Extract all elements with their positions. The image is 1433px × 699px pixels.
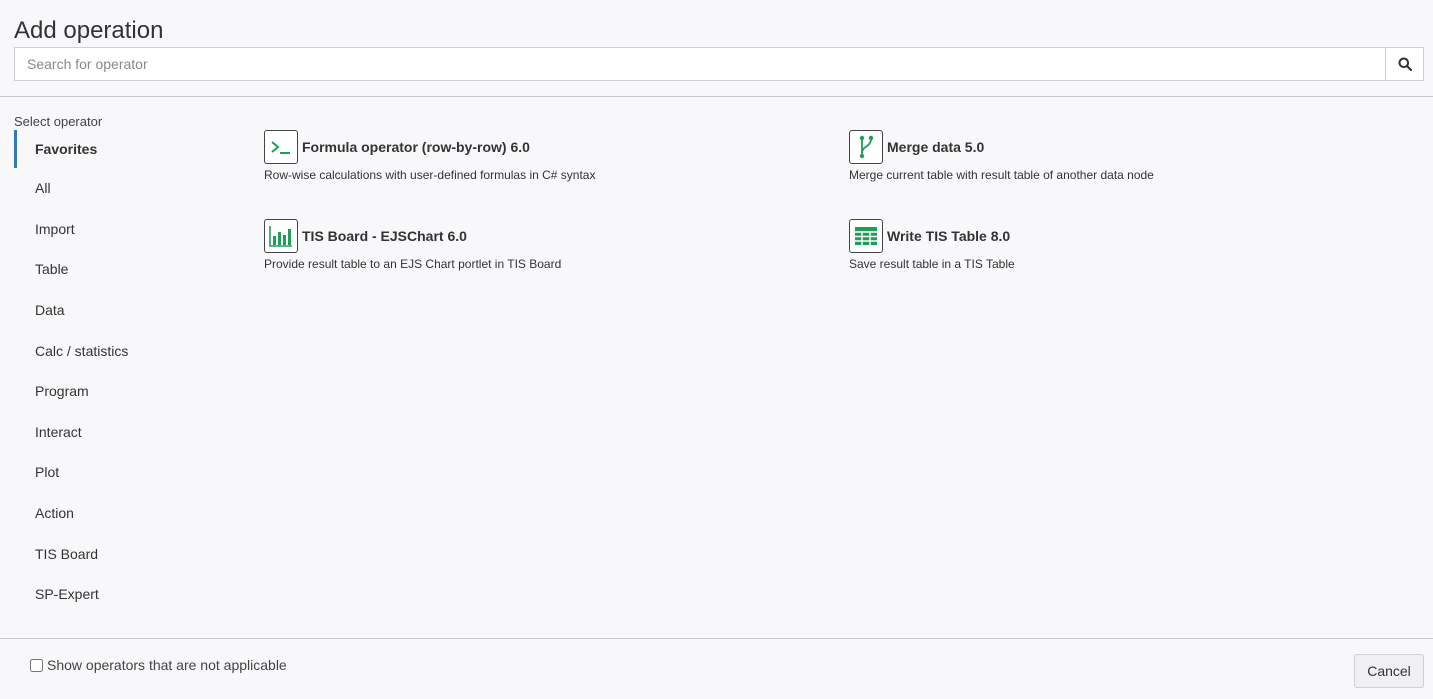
show-not-applicable-label: Show operators that are not applicable (47, 657, 287, 673)
operator-description: Provide result table to an EJS Chart por… (264, 257, 562, 271)
search-icon (1398, 57, 1412, 71)
operator-name: Write TIS Table 8.0 (887, 228, 1011, 244)
sidebar-item-data[interactable]: Data (14, 290, 214, 331)
sidebar-item-plot[interactable]: Plot (14, 452, 214, 493)
show-not-applicable-toggle[interactable]: Show operators that are not applicable (30, 657, 287, 673)
footer-divider (0, 638, 1433, 639)
search-input[interactable] (14, 47, 1385, 81)
operator-card[interactable]: Formula operator (row-by-row) 6.0 Row-wi… (264, 130, 824, 182)
git-branch-icon (849, 130, 883, 164)
operator-card[interactable]: TIS Board - EJSChart 6.0 Provide result … (264, 219, 824, 271)
operator-card[interactable]: Write TIS Table 8.0 Save result table in… (849, 219, 1409, 271)
bar-chart-icon (264, 219, 298, 253)
add-operation-dialog: Add operation Select operator Favorites … (0, 0, 1433, 699)
sidebar-item-table[interactable]: Table (14, 249, 214, 290)
operator-name: Merge data 5.0 (887, 139, 985, 155)
header-divider (0, 96, 1433, 97)
sidebar-item-sp-expert[interactable]: SP-Expert (14, 574, 214, 615)
cancel-button[interactable]: Cancel (1354, 654, 1424, 688)
operator-description: Row-wise calculations with user-defined … (264, 168, 596, 182)
search-button[interactable] (1385, 47, 1424, 81)
dialog-title: Add operation (14, 17, 164, 44)
operator-card[interactable]: Merge data 5.0 Merge current table with … (849, 130, 1409, 182)
category-sidebar: Favorites All Import Table Data Calc / s… (14, 130, 214, 615)
operator-header: Formula operator (row-by-row) 6.0 (264, 130, 824, 164)
operator-name: Formula operator (row-by-row) 6.0 (302, 139, 530, 155)
sidebar-item-favorites[interactable]: Favorites (14, 130, 214, 168)
operator-description: Merge current table with result table of… (849, 168, 1154, 182)
terminal-prompt-icon (264, 130, 298, 164)
sidebar-item-calc-statistics[interactable]: Calc / statistics (14, 330, 214, 371)
operator-header: Merge data 5.0 (849, 130, 1409, 164)
operator-header: TIS Board - EJSChart 6.0 (264, 219, 824, 253)
sidebar-item-interact[interactable]: Interact (14, 412, 214, 453)
operator-header: Write TIS Table 8.0 (849, 219, 1409, 253)
sidebar-item-all[interactable]: All (14, 168, 214, 209)
sidebar-item-import[interactable]: Import (14, 209, 214, 250)
search-bar (14, 47, 1424, 81)
operator-description: Save result table in a TIS Table (849, 257, 1015, 271)
sidebar-item-program[interactable]: Program (14, 371, 214, 412)
sidebar-item-action[interactable]: Action (14, 493, 214, 534)
operator-name: TIS Board - EJSChart 6.0 (302, 228, 467, 244)
show-not-applicable-checkbox[interactable] (30, 658, 43, 672)
table-grid-icon (849, 219, 883, 253)
select-operator-label: Select operator (14, 114, 103, 129)
sidebar-item-tis-board[interactable]: TIS Board (14, 533, 214, 574)
